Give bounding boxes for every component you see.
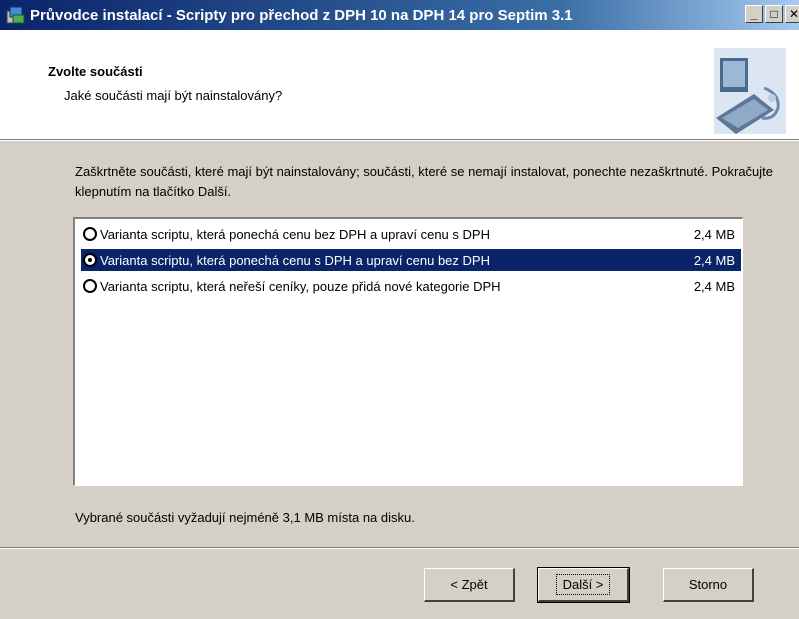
minimize-icon: _: [750, 7, 758, 21]
next-button[interactable]: Další >: [537, 567, 630, 603]
component-option-2[interactable]: Varianta scriptu, která ponechá cenu s D…: [81, 249, 741, 271]
component-label: Varianta scriptu, která neřeší ceníky, p…: [100, 278, 501, 294]
close-icon: ✕: [788, 7, 799, 21]
back-button-label: < Zpět: [450, 577, 488, 592]
installer-window: Průvodce instalací - Scripty pro přechod…: [0, 0, 799, 619]
radio-unchecked-icon[interactable]: [83, 279, 97, 293]
component-label: Varianta scriptu, která ponechá cenu s D…: [100, 252, 490, 268]
component-size: 2,4 MB: [693, 226, 735, 242]
component-option-3[interactable]: Varianta scriptu, která neřeší ceníky, p…: [81, 275, 741, 297]
maximize-icon: □: [770, 7, 778, 21]
minimize-button[interactable]: _: [745, 5, 763, 23]
next-button-label: Další >: [555, 574, 611, 595]
header-separator: [0, 139, 799, 141]
disk-space-required: Vybrané součásti vyžadují nejméně 3,1 MB…: [75, 510, 415, 525]
cancel-button-label: Storno: [688, 577, 728, 592]
maximize-button[interactable]: □: [765, 5, 783, 23]
component-size: 2,4 MB: [693, 278, 735, 294]
cancel-button[interactable]: Storno: [663, 568, 754, 602]
page-subtitle: Jaké součásti mají být nainstalovány?: [64, 88, 283, 103]
radio-unchecked-icon[interactable]: [83, 227, 97, 241]
wizard-header-image: [714, 48, 786, 134]
components-list[interactable]: Varianta scriptu, která ponechá cenu bez…: [73, 217, 743, 486]
wizard-header: Zvolte součásti Jaké součásti mají být n…: [0, 30, 799, 139]
component-label: Varianta scriptu, která ponechá cenu bez…: [100, 226, 490, 242]
radio-checked-icon[interactable]: [83, 253, 97, 267]
close-button[interactable]: ✕: [785, 5, 799, 23]
window-title: Průvodce instalací - Scripty pro přechod…: [30, 6, 573, 24]
component-option-1[interactable]: Varianta scriptu, která ponechá cenu bez…: [81, 223, 741, 245]
back-button[interactable]: < Zpět: [424, 568, 515, 602]
title-bar[interactable]: Průvodce instalací - Scripty pro přechod…: [0, 0, 799, 30]
component-size: 2,4 MB: [693, 252, 735, 268]
instructions-text: Zaškrtněte součásti, které mají být nain…: [75, 164, 774, 199]
installer-app-icon: [6, 6, 25, 24]
page-title: Zvolte součásti: [48, 64, 143, 79]
footer-separator: [0, 547, 799, 549]
